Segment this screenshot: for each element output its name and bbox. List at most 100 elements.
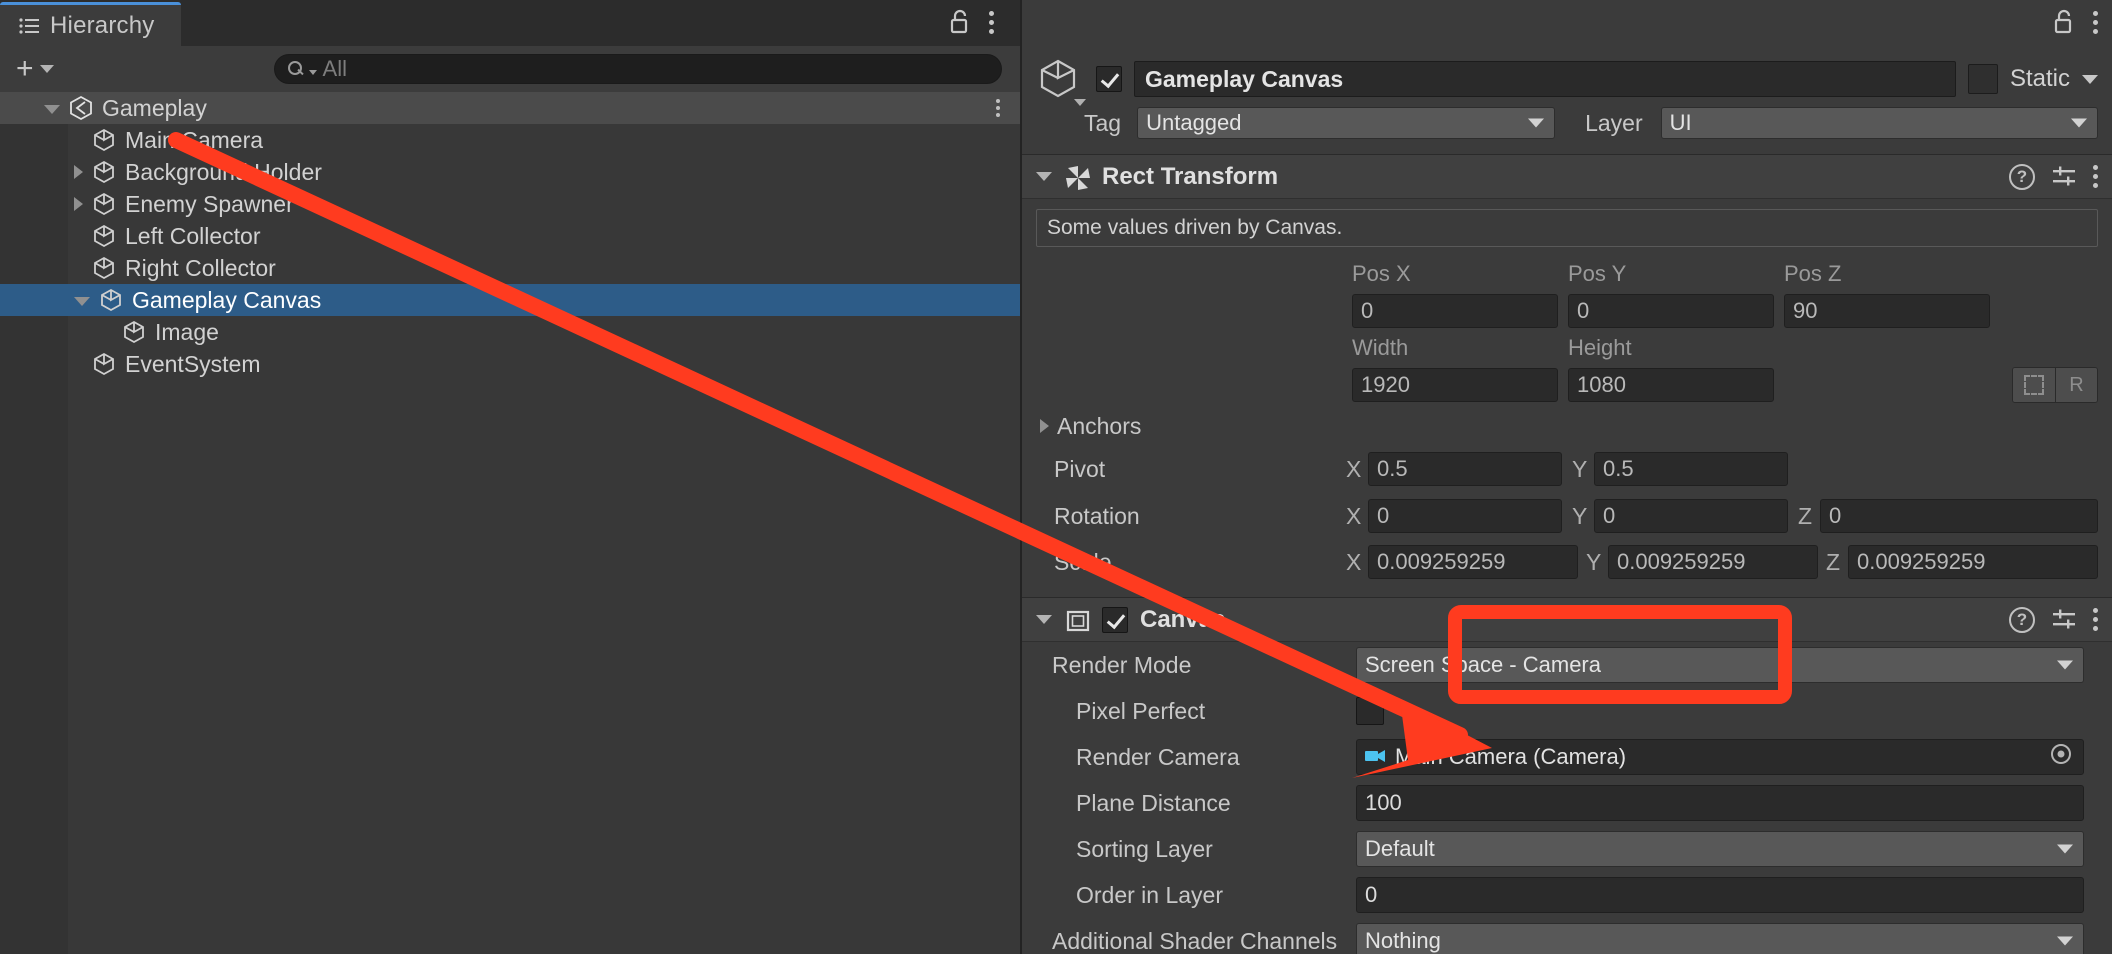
pivot-y-field[interactable]: 0.5	[1594, 452, 1788, 486]
canvas-header[interactable]: Canvas ?	[1022, 598, 2112, 642]
additional-shader-channels-value: Nothing	[1365, 928, 1441, 953]
anchor-preset-icon[interactable]	[2013, 368, 2055, 402]
pivot-y-axis-label: Y	[1572, 455, 1588, 482]
foldout-closed-icon[interactable]	[1040, 419, 1049, 433]
canvas-enabled-checkbox[interactable]	[1102, 606, 1128, 633]
unlocked-padlock-icon[interactable]	[949, 9, 971, 35]
create-button[interactable]: +	[8, 54, 62, 84]
chevron-down-icon	[39, 65, 54, 73]
hierarchy-item-image[interactable]: Image	[0, 316, 1020, 348]
kebab-menu-icon[interactable]	[2093, 165, 2098, 188]
object-picker-icon[interactable]	[2049, 742, 2073, 772]
plane-distance-field[interactable]: 100	[1356, 785, 2084, 821]
pos-values-row: 0 0 90	[1022, 291, 2112, 331]
help-icon[interactable]: ?	[2009, 606, 2035, 633]
rotation-x-field[interactable]: 0	[1368, 499, 1562, 533]
height-field[interactable]: 1080	[1568, 368, 1774, 402]
kebab-menu-icon[interactable]	[989, 10, 994, 34]
layer-dropdown[interactable]: UI	[1660, 107, 2098, 139]
static-checkbox[interactable]	[1967, 64, 1998, 94]
gameobject-cube-icon[interactable]	[1036, 56, 1086, 106]
foldout-closed-icon[interactable]	[74, 197, 83, 211]
additional-shader-channels-dropdown[interactable]: Nothing	[1356, 923, 2084, 954]
hierarchy-item-gameplay-canvas[interactable]: Gameplay Canvas	[0, 284, 1020, 316]
tab-hierarchy[interactable]: Hierarchy	[0, 2, 181, 46]
hierarchy-item-background-holder[interactable]: Background Holder	[0, 156, 1020, 188]
pivot-x-axis-label: X	[1346, 455, 1362, 482]
unlocked-padlock-icon[interactable]	[2053, 9, 2075, 35]
search-input[interactable]: All	[273, 54, 1002, 84]
search-icon	[287, 60, 305, 78]
rotation-y-axis-label: Y	[1572, 502, 1588, 529]
hierarchy-item-label: Gameplay	[102, 94, 207, 121]
foldout-open-icon[interactable]	[44, 105, 60, 114]
gameobject-cube-icon	[91, 255, 117, 281]
render-camera-value: Main Camera (Camera)	[1395, 744, 1627, 769]
render-mode-dropdown[interactable]: Screen Space - Camera	[1356, 647, 2084, 683]
foldout-open-icon[interactable]	[74, 297, 90, 306]
gameobject-enabled-checkbox[interactable]	[1096, 66, 1122, 92]
hierarchy-item-left-collector[interactable]: Left Collector	[0, 220, 1020, 252]
hierarchy-item-main-camera[interactable]: Main Camera	[0, 124, 1020, 156]
scale-z-axis-label: Z	[1826, 548, 1841, 575]
hierarchy-item-right-collector[interactable]: Right Collector	[0, 252, 1020, 284]
pixel-perfect-label: Pixel Perfect	[1076, 697, 1206, 724]
order-in-layer-field[interactable]: 0	[1356, 877, 2084, 913]
width-value: 1920	[1361, 372, 1410, 397]
search-dropdown-caret-icon[interactable]	[308, 69, 317, 75]
foldout-open-icon[interactable]	[1036, 172, 1052, 181]
static-dropdown-caret-icon[interactable]	[2082, 74, 2098, 84]
pixel-perfect-checkbox[interactable]	[1356, 697, 1384, 725]
help-icon[interactable]: ?	[2009, 163, 2035, 190]
foldout-closed-icon[interactable]	[74, 165, 83, 179]
rotation-y-field[interactable]: 0	[1594, 499, 1788, 533]
anchor-blueprint-buttons: R	[2012, 367, 2098, 403]
kebab-menu-icon[interactable]	[2093, 608, 2098, 631]
kebab-menu-icon[interactable]	[2093, 10, 2098, 34]
rect-transform-header[interactable]: Rect Transform ?	[1022, 155, 2112, 199]
preset-icon[interactable]	[2051, 164, 2077, 190]
rotation-z-axis-label: Z	[1798, 502, 1813, 529]
tab-inspector[interactable]: Inspector	[1022, 0, 2112, 46]
gameobject-tag-layer-row: Tag Untagged Layer UI	[1022, 102, 2112, 144]
hierarchy-item-eventsystem[interactable]: EventSystem	[0, 348, 1020, 380]
gameobject-cube-icon	[91, 159, 117, 185]
row-kebab-menu-icon[interactable]	[996, 99, 1000, 117]
anchors-row[interactable]: Anchors	[1022, 405, 2112, 447]
scale-x-axis-label: X	[1346, 548, 1362, 575]
component-canvas: Canvas ? Render Mode Screen Space - Camer…	[1022, 597, 2112, 954]
gameobject-cube-icon	[98, 287, 124, 313]
tag-dropdown[interactable]: Untagged	[1137, 107, 1556, 139]
foldout-open-icon[interactable]	[1036, 615, 1052, 624]
pos-y-field[interactable]: 0	[1568, 294, 1774, 328]
render-camera-label: Render Camera	[1076, 743, 1240, 770]
scale-x-field[interactable]: 0.009259259	[1368, 545, 1578, 579]
layer-label: Layer	[1585, 109, 1643, 136]
hierarchy-item-enemy-spawner[interactable]: Enemy Spawner	[0, 188, 1020, 220]
hierarchy-item-label: Image	[155, 318, 219, 345]
pos-z-field[interactable]: 90	[1784, 294, 1990, 328]
chevron-down-icon[interactable]	[1074, 99, 1086, 106]
scale-z-field[interactable]: 0.009259259	[1848, 545, 2098, 579]
canvas-title: Canvas	[1140, 605, 1226, 633]
scale-y-value: 0.009259259	[1617, 549, 1746, 574]
additional-shader-channels-label: Additional Shader Channels	[1052, 927, 1338, 954]
width-field[interactable]: 1920	[1352, 368, 1558, 402]
hierarchy-item-gameplay[interactable]: Gameplay	[0, 92, 1020, 124]
rotation-label: Rotation	[1054, 502, 1140, 529]
rect-transform-info-box: Some values driven by Canvas.	[1036, 209, 2098, 247]
hierarchy-item-label: Enemy Spawner	[125, 190, 294, 217]
preset-icon[interactable]	[2051, 607, 2077, 633]
gameobject-name-field[interactable]: Gameplay Canvas	[1134, 61, 1956, 97]
render-camera-object-field[interactable]: Main Camera (Camera)	[1356, 739, 2084, 775]
pos-x-field[interactable]: 0	[1352, 294, 1558, 328]
scale-y-field[interactable]: 0.009259259	[1608, 545, 1818, 579]
height-value: 1080	[1577, 372, 1626, 397]
scale-z-value: 0.009259259	[1857, 549, 1986, 574]
scale-row: Scale X 0.009259259 Y 0.009259259 Z 0.00…	[1022, 541, 2112, 583]
blueprint-button[interactable]: R	[2055, 368, 2097, 402]
sorting-layer-dropdown[interactable]: Default	[1356, 831, 2084, 867]
hierarchy-tree: Gameplay Main Camera Background Holder Enem…	[0, 92, 1020, 954]
rotation-z-field[interactable]: 0	[1820, 499, 2098, 533]
pivot-x-field[interactable]: 0.5	[1368, 452, 1562, 486]
